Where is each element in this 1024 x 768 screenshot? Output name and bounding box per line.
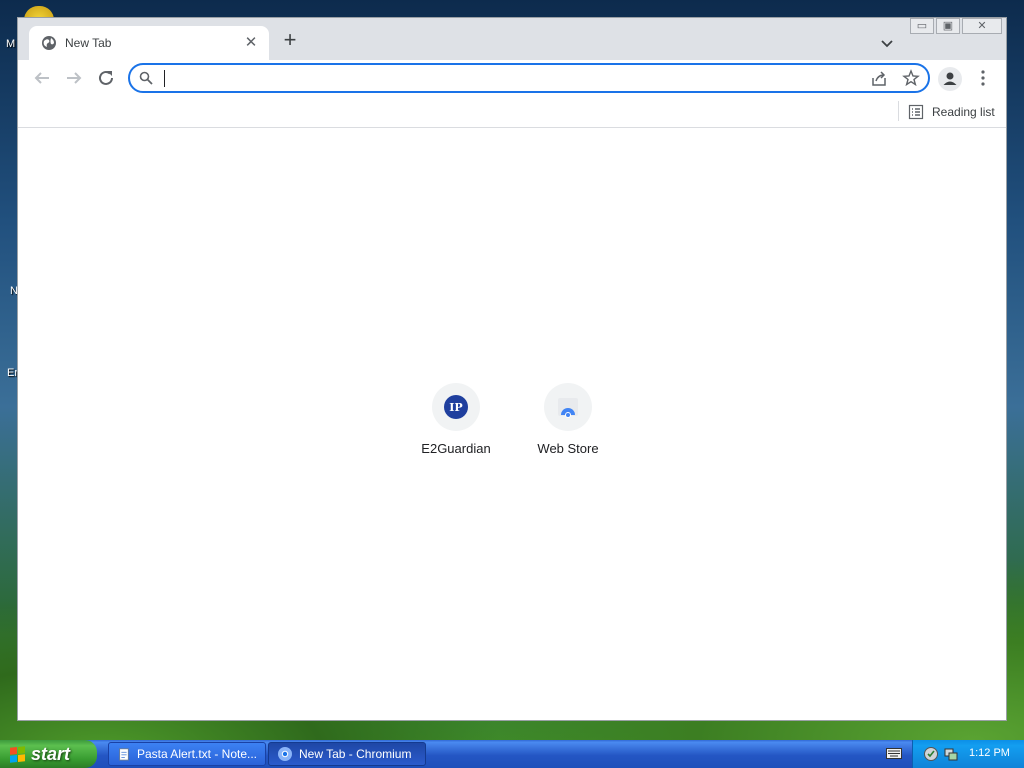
start-button[interactable]: start	[0, 740, 97, 768]
chevron-down-icon[interactable]	[878, 34, 896, 52]
minimize-button[interactable]: ▭	[910, 18, 934, 34]
tab-title: New Tab	[65, 36, 112, 50]
taskbar-clock[interactable]: 1:12 PM	[969, 747, 1010, 759]
address-input[interactable]	[162, 68, 852, 88]
globe-icon	[42, 36, 56, 50]
security-shield-icon[interactable]	[923, 746, 939, 762]
taskbar: start Pasta Alert.txt - Note... New Tab …	[0, 740, 1024, 768]
shortcut-tile-e2guardian[interactable]: IP E2Guardian	[400, 369, 512, 481]
taskbar-item-label: Pasta Alert.txt - Note...	[136, 747, 257, 761]
new-tab-button[interactable]: +	[279, 29, 301, 52]
system-tray: 1:12 PM	[912, 740, 1024, 768]
reading-list-icon	[908, 104, 924, 120]
restore-button[interactable]: ▣	[936, 18, 960, 34]
shortcut-label: Web Store	[537, 441, 599, 456]
tab-close-button[interactable]: ✕	[243, 35, 259, 51]
forward-icon[interactable]	[62, 66, 86, 90]
share-icon[interactable]	[870, 70, 888, 88]
keyboard-icon[interactable]	[886, 746, 902, 760]
search-icon	[139, 71, 153, 85]
shortcut-label: E2Guardian	[421, 441, 491, 456]
web-store-icon	[558, 398, 578, 418]
profile-button[interactable]	[938, 67, 962, 91]
new-tab-page: IP E2Guardian Web Store	[18, 129, 1006, 720]
shortcut-icon-background	[544, 383, 592, 431]
back-icon[interactable]	[30, 66, 54, 90]
svg-text:IP: IP	[449, 401, 462, 414]
taskbar-item-label: New Tab - Chromium	[299, 747, 412, 761]
notepad-icon	[119, 748, 129, 761]
shortcut-icon-background: IP	[432, 383, 480, 431]
browser-window: New Tab ✕ + ▭ ▣ ✕ Reading list IP E2Guar…	[17, 17, 1007, 721]
chromium-icon	[278, 747, 292, 761]
bookmark-star-icon[interactable]	[902, 69, 920, 87]
taskbar-item-chromium[interactable]: New Tab - Chromium	[268, 742, 426, 766]
network-icon[interactable]	[943, 746, 959, 762]
desktop-icon-label[interactable]: M	[6, 38, 15, 50]
reading-list-label: Reading list	[932, 105, 995, 119]
bookmark-bar: Reading list	[18, 96, 1006, 128]
start-label: start	[31, 743, 71, 764]
more-vert-icon[interactable]	[976, 68, 990, 88]
taskbar-item-notepad[interactable]: Pasta Alert.txt - Note...	[108, 742, 266, 766]
text-caret	[164, 70, 165, 87]
browser-toolbar	[18, 60, 1006, 96]
close-window-button[interactable]: ✕	[962, 18, 1002, 34]
e2guardian-icon: IP	[444, 395, 468, 419]
person-icon	[943, 72, 957, 85]
tab-new-tab[interactable]: New Tab ✕	[29, 26, 269, 60]
bookmark-bar-divider	[898, 101, 899, 121]
address-bar[interactable]	[128, 63, 930, 93]
windows-logo-icon	[10, 745, 25, 763]
tab-strip: New Tab ✕ + ▭ ▣ ✕	[18, 18, 1006, 60]
reload-icon[interactable]	[94, 66, 118, 90]
shortcut-tile-web-store[interactable]: Web Store	[512, 369, 624, 481]
reading-list-button[interactable]: Reading list	[908, 102, 995, 122]
